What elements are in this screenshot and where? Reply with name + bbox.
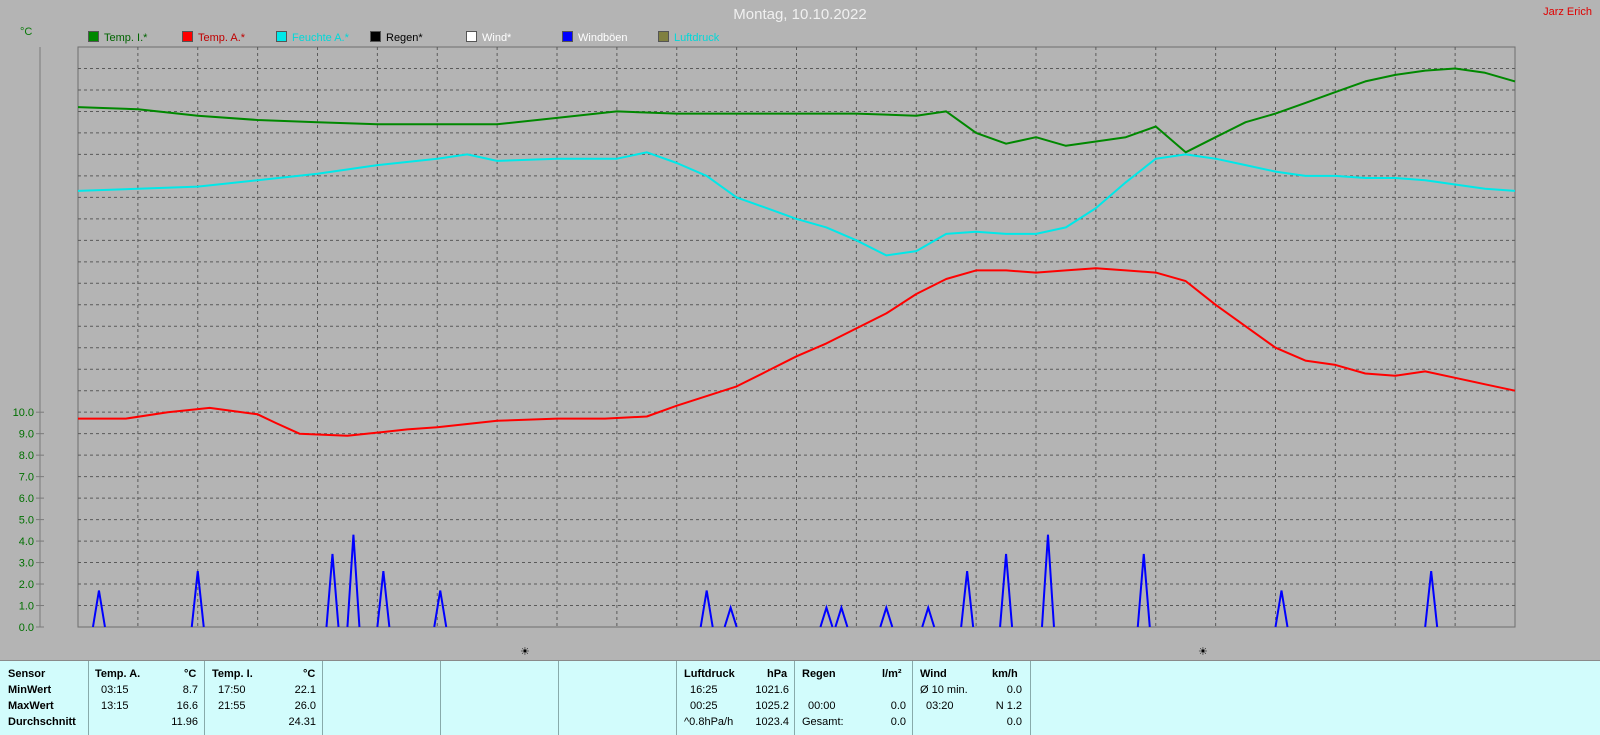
y-unit-label: °C bbox=[20, 26, 33, 38]
stats-sensor-label: Sensor bbox=[8, 668, 46, 680]
legend-item-luftdruck[interactable]: Luftdruck bbox=[658, 31, 719, 44]
stats-regen-total: 0.0 bbox=[890, 716, 906, 728]
y-axis: 0.0 1.0 2.0 3.0 4.0 5.0 6.0 7.0 8.0 9.0 10.0 bbox=[13, 47, 44, 634]
stats-luftdruck-max: 1025.2 bbox=[755, 700, 789, 712]
stats-wind-avg: 0.0 bbox=[1006, 716, 1022, 728]
stats-temp-a-avg: 11.96 bbox=[171, 716, 198, 728]
stats-wind-header: Wind bbox=[920, 668, 947, 680]
legend-swatch bbox=[276, 31, 287, 42]
stats-regen-header: Regen bbox=[802, 668, 836, 680]
stats-luftdruck-min-time: 16:25 bbox=[690, 684, 718, 696]
legend-swatch bbox=[88, 31, 99, 42]
stats-avg-label: Durchschnitt bbox=[8, 716, 76, 728]
stats-temp-i-max: 26.0 bbox=[294, 700, 316, 712]
stats-col-empty-1 bbox=[322, 661, 441, 735]
stats-temp-i-max-time: 21:55 bbox=[218, 700, 246, 712]
legend-swatch bbox=[182, 31, 193, 42]
stats-luftdruck-trend: ^0.8hPa/h bbox=[684, 716, 734, 728]
legend-label: Temp. A.* bbox=[198, 32, 246, 44]
y-tick-label: 4.0 bbox=[19, 536, 34, 548]
y-tick-label: 7.0 bbox=[19, 472, 34, 484]
legend-item-temp-i[interactable]: Temp. I.* bbox=[88, 31, 147, 44]
stats-temp-a-max: 16.6 bbox=[176, 700, 198, 712]
chart-svg: 0.0 1.0 2.0 3.0 4.0 5.0 6.0 7.0 8.0 9.0 10.0 bbox=[13, 46, 1516, 634]
y-tick-label: 5.0 bbox=[19, 515, 34, 527]
stats-max-label: MaxWert bbox=[8, 700, 54, 712]
y-tick-label: 0.0 bbox=[19, 622, 34, 634]
stats-col-empty-2 bbox=[440, 661, 559, 735]
legend-swatch bbox=[370, 31, 381, 42]
stats-luftdruck-max-time: 00:25 bbox=[690, 700, 718, 712]
stats-temp-i-avg: 24.31 bbox=[288, 716, 316, 728]
author-label: Jarz Erich bbox=[1543, 6, 1592, 18]
stats-temp-a-header: Temp. A. bbox=[95, 668, 141, 680]
y-tick-label: 1.0 bbox=[19, 601, 34, 613]
sun-marker-icon: ☀ bbox=[520, 646, 530, 658]
stats-temp-a-min: 8.7 bbox=[182, 684, 198, 696]
stats-wind-avg10-label: Ø 10 min. bbox=[920, 684, 968, 696]
sun-marker-icon: ☀ bbox=[1198, 646, 1208, 658]
stats-temp-i-min-time: 17:50 bbox=[218, 684, 246, 696]
stats-regen-unit: l/m² bbox=[882, 668, 902, 680]
stats-temp-i-min: 22.1 bbox=[294, 684, 316, 696]
y-tick-label: 2.0 bbox=[19, 579, 34, 591]
y-tick-label: 10.0 bbox=[13, 407, 34, 419]
legend-swatch bbox=[562, 31, 573, 42]
legend-label: Luftdruck bbox=[674, 32, 720, 44]
legend-item-windboeen[interactable]: Windböen bbox=[562, 31, 628, 44]
legend-label: Wind* bbox=[482, 32, 512, 44]
stats-luftdruck-unit: hPa bbox=[767, 668, 788, 680]
stats-wind-unit: km/h bbox=[992, 668, 1018, 680]
stats-regen-max: 0.0 bbox=[890, 700, 906, 712]
stats-regen-max-time: 00:00 bbox=[808, 700, 836, 712]
y-tick-label: 8.0 bbox=[19, 450, 34, 462]
y-tick-label: 6.0 bbox=[19, 493, 34, 505]
stats-wind-max-time: 03:20 bbox=[926, 700, 954, 712]
stats-panel: Sensor MinWert MaxWert Durchschnitt Temp… bbox=[0, 660, 1600, 735]
stats-temp-a-min-time: 03:15 bbox=[101, 684, 129, 696]
stats-wind-min: 0.0 bbox=[1006, 684, 1022, 696]
legend-item-regen[interactable]: Regen* bbox=[370, 31, 423, 44]
stats-min-label: MinWert bbox=[8, 684, 52, 696]
legend-label: Windböen bbox=[578, 32, 628, 44]
stats-temp-i-header: Temp. I. bbox=[212, 668, 253, 680]
stats-luftdruck-avg: 1023.4 bbox=[755, 716, 789, 728]
legend-swatch bbox=[466, 31, 477, 42]
stats-regen-total-label: Gesamt: bbox=[802, 716, 844, 728]
legend-item-temp-a[interactable]: Temp. A.* bbox=[182, 31, 245, 44]
legend-swatch bbox=[658, 31, 669, 42]
stats-luftdruck-header: Luftdruck bbox=[684, 668, 735, 680]
stats-luftdruck-min: 1021.6 bbox=[755, 684, 789, 696]
y-tick-label: 9.0 bbox=[19, 429, 34, 441]
stats-temp-i-unit: °C bbox=[303, 668, 316, 680]
legend-label: Temp. I.* bbox=[104, 32, 148, 44]
stats-col-empty-3 bbox=[558, 661, 677, 735]
stats-temp-a-unit: °C bbox=[184, 668, 197, 680]
legend-item-wind[interactable]: Wind* bbox=[466, 31, 511, 44]
legend-label: Regen* bbox=[386, 32, 423, 44]
stats-wind-max: N 1.2 bbox=[995, 700, 1022, 712]
y-tick-label: 3.0 bbox=[19, 558, 34, 570]
stats-temp-a-max-time: 13:15 bbox=[101, 700, 129, 712]
legend-label: Feuchte A.* bbox=[292, 32, 349, 44]
chart-title: Montag, 10.10.2022 bbox=[733, 6, 867, 23]
legend-item-feuchte-a[interactable]: Feuchte A.* bbox=[276, 31, 349, 44]
